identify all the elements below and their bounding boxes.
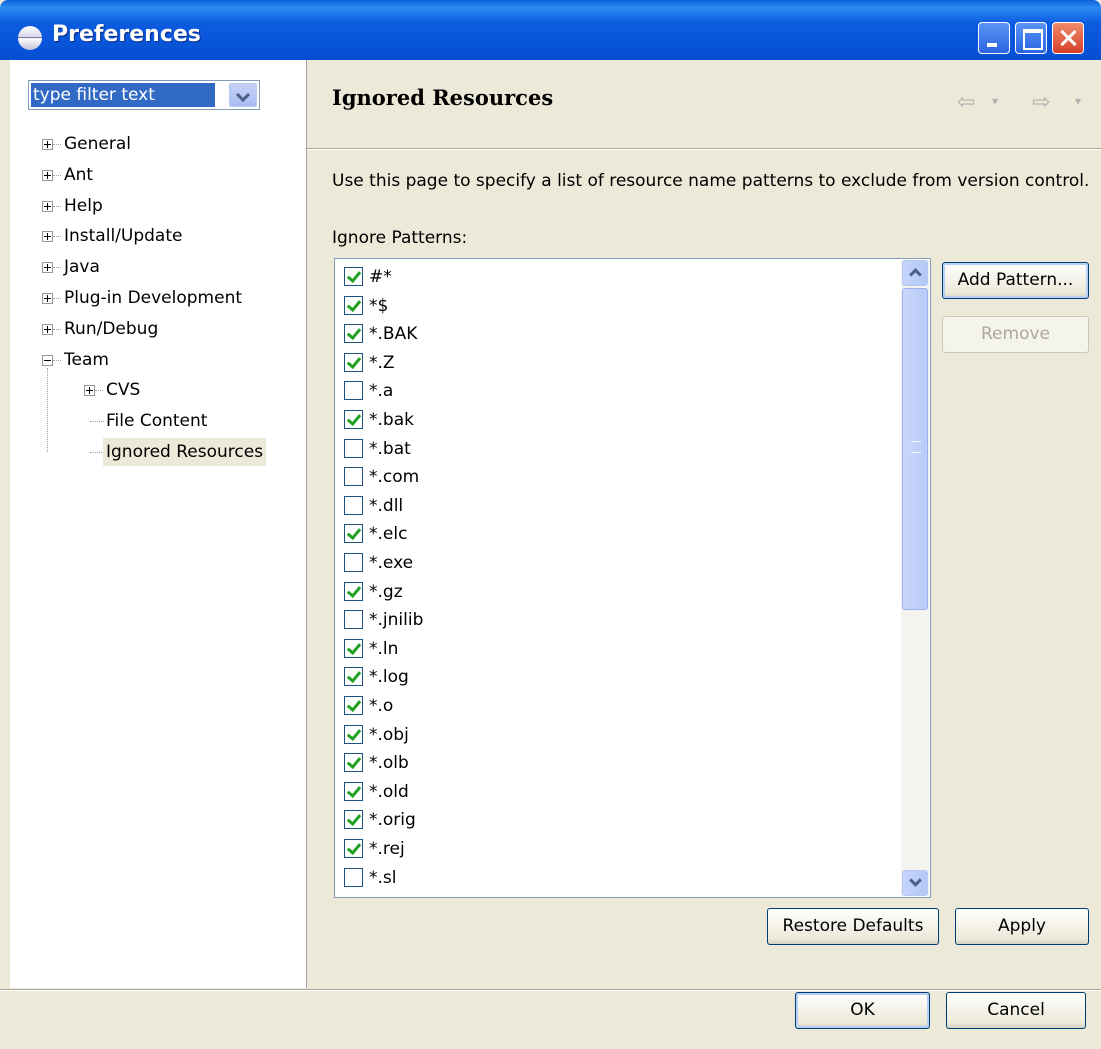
pattern-checkbox[interactable]: [344, 696, 363, 715]
collapse-icon[interactable]: [42, 354, 53, 366]
pattern-checkbox[interactable]: [344, 667, 363, 687]
pattern-checkbox[interactable]: [344, 381, 363, 401]
tree-item-label: Ant: [64, 164, 94, 185]
preference-tree-pane: General Ant Help Install/Update Java Plug-in …: [10, 60, 307, 988]
pattern-checkbox[interactable]: [344, 467, 363, 487]
forward-menu-icon[interactable]: ▾: [1075, 94, 1081, 108]
pattern-text: *.Z: [369, 352, 395, 373]
dialog-body: General Ant Help Install/Update Java Plug-in …: [0, 60, 1101, 1049]
pattern-checkbox[interactable]: [344, 324, 363, 344]
tree-item-label: Ignored Resources: [103, 438, 267, 466]
scroll-thumb[interactable]: [902, 288, 928, 610]
pattern-checkbox[interactable]: [344, 410, 363, 429]
page-header: Ignored Resources ⇦ ▾ ⇨ ▾: [307, 60, 1101, 147]
pattern-checkbox[interactable]: [344, 610, 363, 630]
pattern-text: *.exe: [369, 553, 414, 573]
filter-combo[interactable]: [28, 80, 260, 110]
pattern-checkbox[interactable]: [344, 295, 363, 315]
page-title: Ignored Resources: [332, 85, 554, 110]
back-arrow-icon[interactable]: ⇦: [957, 90, 975, 115]
pattern-text: *.a: [369, 381, 394, 402]
page-description: Use this page to specify a list of resou…: [332, 171, 1090, 191]
tree-item-label: Java: [64, 257, 100, 278]
tree-item-label: File Content: [106, 411, 208, 432]
maximize-button[interactable]: [1015, 22, 1047, 54]
pattern-text: *.o: [369, 696, 394, 716]
tree-item-label: Help: [64, 195, 103, 216]
header-divider: [307, 148, 1101, 150]
pattern-checkbox[interactable]: [344, 495, 363, 515]
pattern-checkbox[interactable]: [344, 810, 363, 830]
pattern-checkbox[interactable]: [344, 638, 363, 658]
preferences-window: Preferences General Ant Help Install/Update…: [0, 0, 1101, 1049]
pattern-checkbox[interactable]: [344, 524, 363, 544]
pattern-text: *.gz: [369, 581, 403, 602]
pattern-checkbox[interactable]: [344, 867, 363, 887]
footer-divider: [0, 989, 1101, 991]
expand-icon[interactable]: [42, 293, 53, 304]
expand-icon[interactable]: [42, 200, 53, 212]
pattern-text: *.rej: [369, 839, 405, 859]
pattern-text: *.elc: [369, 524, 408, 545]
pattern-checkbox[interactable]: [344, 267, 363, 286]
scroll-down-button[interactable]: [902, 870, 928, 896]
pattern-text: *.bak: [369, 410, 414, 430]
pattern-checkbox[interactable]: [344, 581, 363, 601]
apply-button[interactable]: Apply: [955, 908, 1089, 945]
window-title: Preferences: [52, 22, 201, 47]
minimize-button[interactable]: [978, 22, 1010, 54]
forward-arrow-icon[interactable]: ⇨: [1032, 90, 1050, 115]
pattern-text: *.sl: [369, 867, 397, 888]
pattern-text: *.BAK: [369, 324, 418, 345]
patterns-scrollbar[interactable]: [901, 260, 929, 896]
tree-item-label: CVS: [106, 380, 141, 401]
pattern-text: *.log: [369, 667, 409, 688]
pattern-checkbox[interactable]: [344, 839, 363, 858]
tree-item-label: General: [64, 134, 131, 154]
ignore-patterns-label: Ignore Patterns:: [332, 228, 468, 248]
tree-item-label: Team: [64, 349, 109, 370]
pattern-text: *$: [369, 295, 389, 316]
back-menu-icon[interactable]: ▾: [992, 94, 998, 108]
history-nav: ⇦ ▾ ⇨ ▾: [947, 90, 1097, 120]
pattern-text: *.orig: [369, 810, 416, 831]
eclipse-icon: [18, 26, 42, 50]
expand-icon[interactable]: [42, 169, 53, 181]
pattern-checkbox[interactable]: [344, 553, 363, 572]
restore-defaults-button[interactable]: Restore Defaults: [767, 908, 939, 945]
pattern-checkbox[interactable]: [344, 352, 363, 372]
ignore-patterns-list[interactable]: #* *$ *.BAK *.Z *.a *.bak *.bat *.com *.dll *.elc…: [334, 258, 931, 898]
tree-item-label: Install/Update: [64, 226, 183, 247]
pattern-checkbox[interactable]: [344, 781, 363, 801]
filter-input[interactable]: [31, 83, 215, 107]
pattern-text: *.old: [369, 781, 409, 802]
pattern-checkbox[interactable]: [344, 438, 363, 458]
pattern-checkbox[interactable]: [344, 724, 363, 744]
tree-item-label: Plug-in Development: [64, 288, 243, 308]
scroll-up-button[interactable]: [902, 260, 928, 286]
remove-button[interactable]: Remove: [942, 316, 1089, 353]
expand-icon[interactable]: [84, 385, 95, 397]
filter-dropdown-button[interactable]: [229, 83, 257, 107]
pattern-text: *.com: [369, 467, 420, 488]
pattern-text: #*: [369, 267, 392, 287]
expand-icon[interactable]: [42, 139, 53, 150]
tree-connector: [47, 367, 48, 452]
pattern-text: *.obj: [369, 724, 409, 745]
expand-icon[interactable]: [42, 323, 53, 335]
cancel-button[interactable]: Cancel: [946, 992, 1086, 1029]
pattern-text: *.jnilib: [369, 610, 424, 631]
preference-page: Ignored Resources ⇦ ▾ ⇨ ▾ Use this page …: [307, 60, 1101, 988]
close-button[interactable]: [1052, 22, 1084, 54]
ok-button[interactable]: OK: [795, 992, 930, 1029]
expand-icon[interactable]: [42, 231, 53, 243]
add-pattern-button[interactable]: Add Pattern...: [942, 262, 1089, 299]
pattern-text: *.dll: [369, 495, 404, 516]
tree-item-label: Run/Debug: [64, 318, 159, 339]
pattern-text: *.bat: [369, 438, 411, 459]
pattern-text: *.ln: [369, 638, 399, 659]
expand-icon[interactable]: [42, 262, 53, 274]
pattern-text: *.olb: [369, 753, 409, 774]
pattern-checkbox[interactable]: [344, 753, 363, 773]
